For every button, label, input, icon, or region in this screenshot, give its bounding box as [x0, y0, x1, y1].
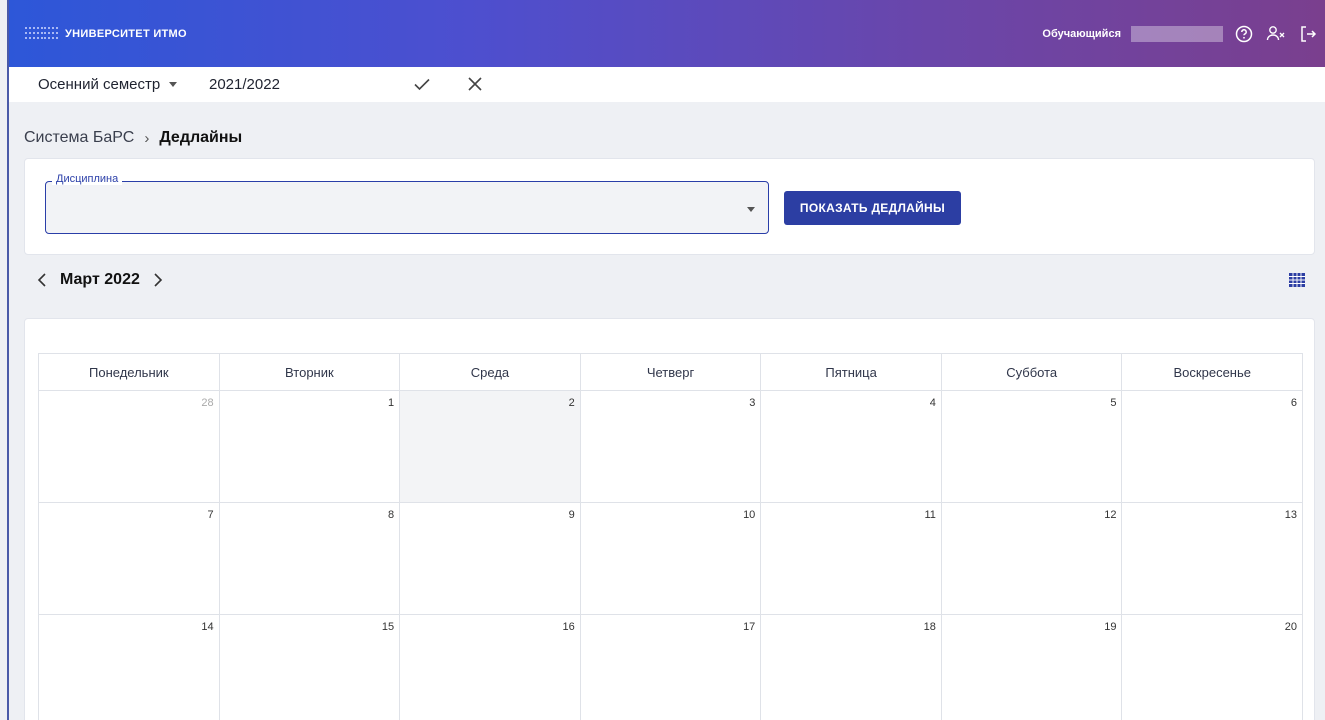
weekday-header: Среда: [400, 354, 581, 391]
calendar-day-cell[interactable]: 15: [220, 615, 401, 720]
user-name-masked: [1131, 25, 1223, 42]
day-number: 11: [924, 509, 936, 521]
chevron-down-icon: [169, 82, 178, 87]
user-switch-icon[interactable]: [1265, 23, 1287, 45]
close-icon[interactable]: [464, 73, 486, 95]
day-number: 8: [388, 509, 395, 521]
calendar-week-row: 7 8 9 10 11 12 13: [39, 503, 1304, 615]
filter-card: Дисциплина ПОКАЗАТЬ ДЕДЛАЙНЫ: [24, 158, 1315, 255]
calendar-day-cell[interactable]: 18: [761, 615, 942, 720]
breadcrumb: Система БаРС › Дедлайны: [24, 129, 242, 147]
calendar-day-cell[interactable]: 13: [1122, 503, 1304, 615]
weekday-header: Четверг: [580, 354, 762, 391]
itmo-logo-icon: [25, 26, 59, 41]
show-deadlines-button[interactable]: ПОКАЗАТЬ ДЕДЛАЙНЫ: [784, 191, 961, 225]
calendar-day-cell[interactable]: 12: [941, 503, 1123, 615]
day-number: 19: [1104, 621, 1117, 633]
weekday-header: Понедельник: [39, 354, 220, 391]
semester-select[interactable]: Осенний семестр: [38, 76, 178, 93]
day-number: 16: [562, 621, 575, 633]
calendar-day-cell[interactable]: 8: [219, 503, 401, 615]
calendar-day-cell[interactable]: 2: [400, 391, 581, 503]
calendar-day-cell[interactable]: 11: [761, 503, 942, 615]
day-number: 15: [381, 621, 395, 633]
day-number: 17: [743, 621, 756, 633]
breadcrumb-separator: ›: [144, 129, 150, 147]
next-month-icon[interactable]: [150, 270, 166, 290]
calendar-day-cell[interactable]: 4: [761, 391, 942, 503]
weekday-header: Вторник: [219, 354, 401, 391]
day-number: 12: [1104, 509, 1117, 521]
day-number: 7: [207, 509, 214, 521]
day-number: 4: [929, 397, 936, 409]
app-window: УНИВЕРСИТЕТ ИТМО Обучающийся Осенний сем…: [0, 0, 1325, 720]
calendar-day-cell[interactable]: 3: [580, 391, 762, 503]
calendar-day-cell[interactable]: 10: [580, 503, 762, 615]
day-number: 10: [743, 509, 756, 521]
window-border: [7, 0, 9, 720]
weekday-header: Пятница: [761, 354, 942, 391]
day-number: 20: [1284, 621, 1298, 633]
calendar-day-cell[interactable]: 1: [219, 391, 401, 503]
breadcrumb-current: Дедлайны: [159, 129, 243, 146]
calendar-day-cell[interactable]: 7: [39, 503, 220, 615]
weekday-header: Воскресенье: [1122, 354, 1304, 391]
top-bar: УНИВЕРСИТЕТ ИТМО Обучающийся: [9, 0, 1325, 67]
weekday-header: Суббота: [941, 354, 1123, 391]
month-navigation: Март 2022: [34, 270, 166, 290]
day-number: 6: [1290, 397, 1298, 409]
confirm-icon[interactable]: [411, 73, 433, 95]
day-number: 13: [1284, 509, 1298, 521]
day-number: 18: [923, 621, 936, 633]
year-input[interactable]: 2021/2022: [209, 76, 280, 93]
calendar-day-cell[interactable]: 17: [581, 615, 762, 720]
calendar-day-cell[interactable]: 20: [1122, 615, 1304, 720]
calendar-day-cell[interactable]: 9: [400, 503, 581, 615]
discipline-label: Дисциплина: [52, 173, 123, 185]
day-number: 9: [568, 509, 575, 521]
calendar-day-cell[interactable]: 28: [39, 391, 220, 503]
itmo-logo[interactable]: УНИВЕРСИТЕТ ИТМО: [25, 0, 187, 67]
calendar-grid-icon[interactable]: [1289, 273, 1305, 287]
breadcrumb-root[interactable]: Система БаРС: [24, 129, 134, 147]
calendar-day-cell[interactable]: 6: [1122, 391, 1304, 503]
day-number: 2: [568, 397, 575, 409]
calendar-week-row: 28 1 2 3 4 5 6: [39, 391, 1304, 503]
calendar-day-cell[interactable]: 14: [39, 615, 220, 720]
calendar-header-row: Понедельник Вторник Среда Четверг Пятница Суб…: [39, 354, 1304, 391]
day-number: 28: [201, 397, 214, 409]
help-icon[interactable]: [1233, 23, 1255, 45]
calendar-grid: Понедельник Вторник Среда Четверг Пятница Суб…: [38, 353, 1304, 720]
day-number: 3: [749, 397, 756, 409]
user-role: Обучающийся: [1042, 27, 1121, 40]
calendar-week-row: 14 15 16 17 18 19 20: [39, 615, 1304, 720]
calendar-day-cell[interactable]: 16: [400, 615, 581, 720]
semester-bar: Осенний семестр 2021/2022: [9, 67, 1325, 102]
calendar-day-cell[interactable]: 5: [941, 391, 1123, 503]
user-area: Обучающийся: [1042, 0, 1319, 67]
calendar-day-cell[interactable]: 19: [942, 615, 1123, 720]
discipline-select[interactable]: Дисциплина: [45, 173, 769, 234]
logo-text: УНИВЕРСИТЕТ ИТМО: [65, 27, 187, 40]
day-number: 5: [1110, 397, 1117, 409]
month-label: Март 2022: [60, 271, 140, 288]
semester-value: Осенний семестр: [38, 76, 161, 93]
day-number: 1: [388, 397, 395, 409]
prev-month-icon[interactable]: [34, 270, 50, 290]
calendar-card: Понедельник Вторник Среда Четверг Пятница Суб…: [24, 318, 1315, 720]
day-number: 14: [201, 621, 214, 633]
chevron-down-icon: [747, 207, 755, 212]
logout-icon[interactable]: [1297, 23, 1319, 45]
